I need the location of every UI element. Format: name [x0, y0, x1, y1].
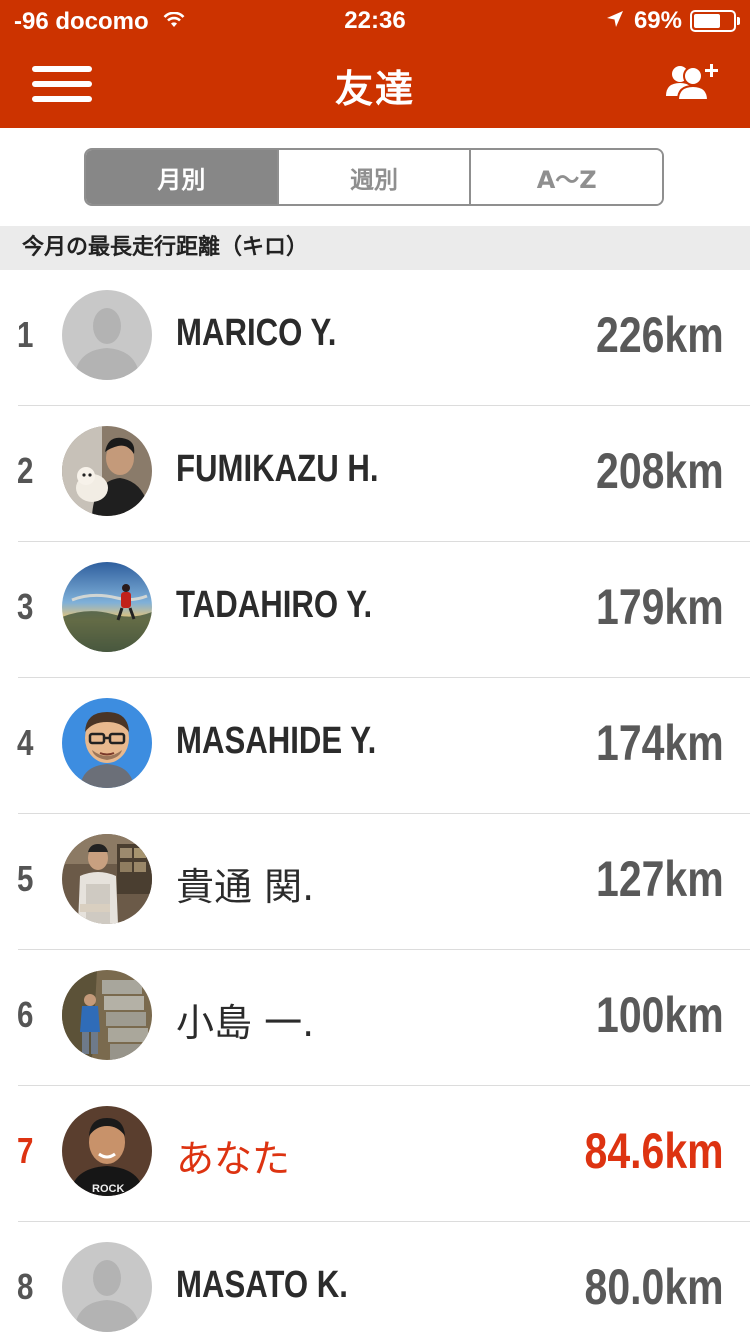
distance-value: 127km: [596, 851, 724, 907]
ranking-row[interactable]: 6 小島 一. 100km: [0, 950, 750, 1086]
distance-value: 174km: [596, 715, 724, 771]
friend-name: FUMIKAZU H.: [176, 448, 379, 490]
avatar: [62, 562, 152, 652]
distance-value: 84.6km: [584, 1123, 724, 1179]
distance-value: 226km: [596, 307, 724, 363]
ranking-row[interactable]: 4 MASAHIDE Y. 174km: [0, 678, 750, 814]
friend-name: 貴通 関.: [176, 865, 315, 909]
avatar: [62, 698, 152, 788]
friend-name: MASATO K.: [176, 1264, 348, 1306]
battery-level: [694, 14, 721, 28]
avatar: [62, 1242, 152, 1332]
tab-alphabetical[interactable]: A〜Z: [469, 150, 662, 204]
friend-name: MASAHIDE Y.: [176, 720, 377, 762]
rank-number: 5: [17, 858, 34, 899]
distance-value: 208km: [596, 443, 724, 499]
distance-value: 100km: [596, 987, 724, 1043]
rank-number: 2: [17, 450, 34, 491]
friend-name: TADAHIRO Y.: [176, 584, 373, 626]
rank-number: 6: [17, 994, 34, 1035]
rank-number: 3: [17, 586, 34, 627]
ranking-row[interactable]: 3 TADAHIRO Y. 179km: [0, 542, 750, 678]
ranking-list: 1 MARICO Y. 226km 2 FUMIKAZU H. 208km 3 …: [0, 270, 750, 1334]
ranking-row[interactable]: 2 FUMIKAZU H. 208km: [0, 406, 750, 542]
rank-number: 7: [17, 1130, 34, 1171]
ranking-row[interactable]: 5 貴通 関. 127km: [0, 814, 750, 950]
svg-text:ROCK: ROCK: [92, 1183, 124, 1195]
friend-name: 小島 一.: [176, 1001, 315, 1045]
tab-weekly[interactable]: 週別: [276, 150, 470, 204]
friend-name: MARICO Y.: [176, 312, 337, 354]
ranking-row[interactable]: 1 MARICO Y. 226km: [0, 270, 750, 406]
avatar: [62, 970, 152, 1060]
ranking-row[interactable]: 8 MASATO K. 80.0km: [0, 1222, 750, 1334]
status-right: 69%: [606, 7, 740, 35]
add-friend-icon[interactable]: [666, 62, 720, 104]
avatar: [62, 426, 152, 516]
distance-value: 80.0km: [584, 1259, 724, 1315]
status-bar: -96 docomo 22:36 69%: [0, 0, 750, 40]
avatar: [62, 834, 152, 924]
battery-icon: [690, 10, 740, 32]
battery-percent: 69%: [633, 7, 682, 34]
page-title: 友達: [334, 67, 415, 111]
period-segmented-control: 月別 週別 A〜Z: [84, 148, 664, 206]
tab-monthly[interactable]: 月別: [86, 150, 277, 204]
rank-number: 1: [17, 314, 34, 355]
rank-number: 4: [17, 722, 34, 763]
rank-number: 8: [17, 1266, 34, 1307]
app-header: -96 docomo 22:36 69% 友達: [0, 0, 750, 128]
section-header: 今月の最長走行距離（キロ）: [0, 226, 750, 270]
distance-value: 179km: [596, 579, 724, 635]
friend-name: あなた: [176, 1137, 291, 1181]
ranking-row-self[interactable]: 7 ROCK あなた 84.6km: [0, 1086, 750, 1222]
avatar: ROCK: [62, 1106, 152, 1196]
nav-bar: 友達: [0, 40, 750, 128]
location-arrow-icon: [606, 7, 624, 35]
avatar: [62, 290, 152, 380]
